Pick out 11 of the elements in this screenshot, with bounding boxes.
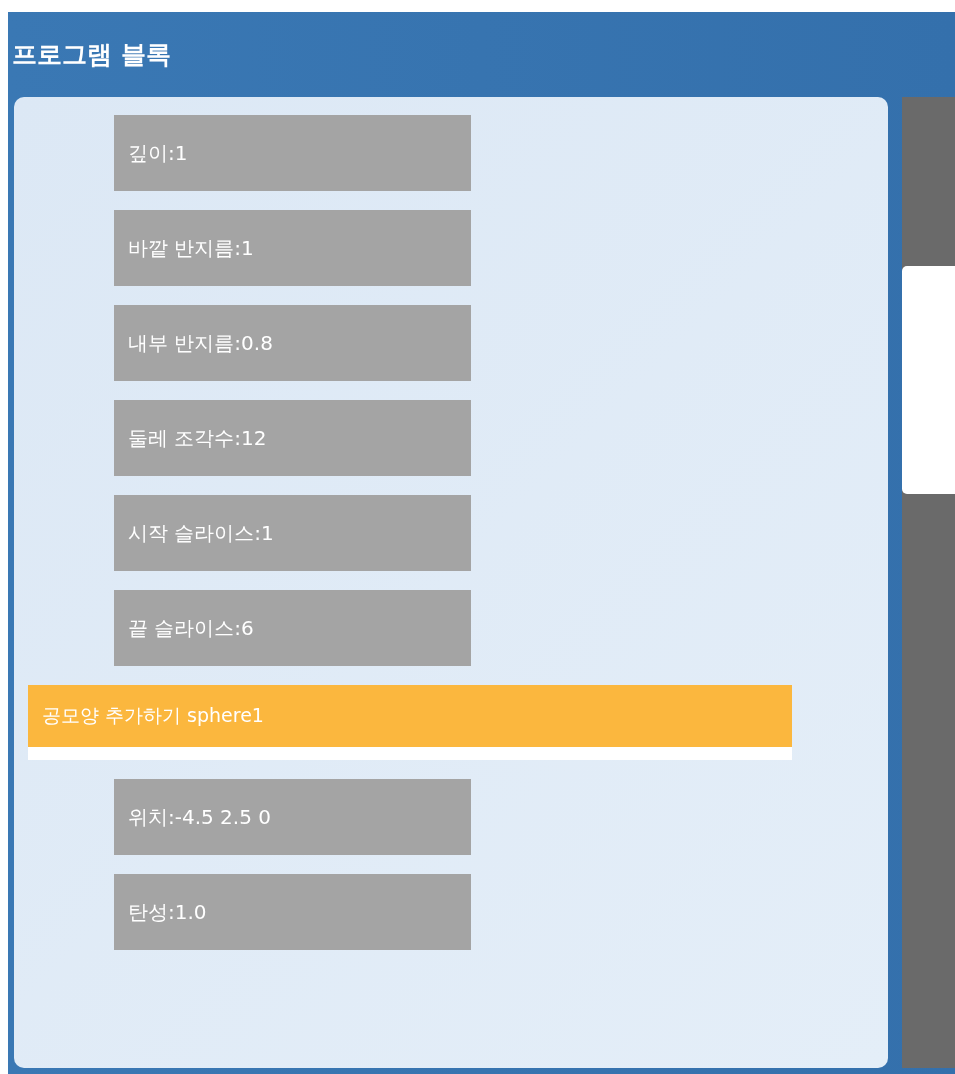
- scrollbar-thumb[interactable]: [902, 266, 955, 494]
- parameter-block[interactable]: 바깥 반지름:1: [114, 210, 471, 286]
- parameter-block[interactable]: 탄성:1.0: [114, 874, 471, 950]
- parameter-block[interactable]: 내부 반지름:0.8: [114, 305, 471, 381]
- parameter-block[interactable]: 시작 슬라이스:1: [114, 495, 471, 571]
- command-block[interactable]: 공모양 추가하기 sphere1: [28, 685, 792, 747]
- parameter-block[interactable]: 위치:-4.5 2.5 0: [114, 779, 471, 855]
- parameter-block[interactable]: 끝 슬라이스:6: [114, 590, 471, 666]
- parameter-block[interactable]: 둘레 조각수:12: [114, 400, 471, 476]
- parameter-block[interactable]: 깊이:1: [114, 115, 471, 191]
- panel-title: 프로그램 블록: [12, 39, 171, 71]
